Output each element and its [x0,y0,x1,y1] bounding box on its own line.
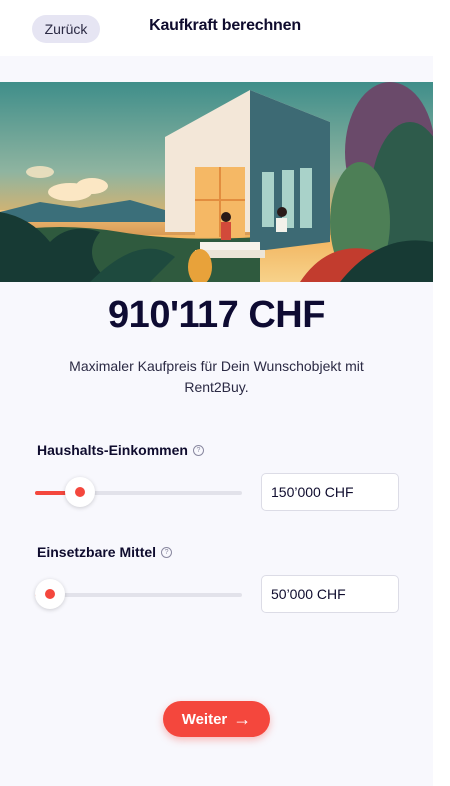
funds-input[interactable] [261,575,399,613]
help-icon[interactable]: ? [161,546,173,558]
funds-label: Einsetzbare Mittel ? [37,544,173,560]
funds-slider-thumb[interactable] [35,579,65,609]
income-label-text: Haushalts-Einkommen [37,442,188,458]
funds-slider[interactable] [35,579,242,609]
hero-image [0,82,433,282]
income-slider[interactable] [35,477,242,507]
next-button-label: Weiter [181,710,228,728]
arrow-right-icon: → [233,709,252,729]
price-description: Maximaler Kaufpreis für Dein Wunschobjek… [69,358,364,395]
back-button[interactable]: Zurück [32,15,100,43]
income-slider-thumb[interactable] [65,477,95,507]
header: Zurück Kaufkraft berechnen [0,0,450,56]
page-title: Kaufkraft berechnen [149,17,301,34]
next-button[interactable]: Weiter → [163,701,270,737]
income-input[interactable] [261,473,399,511]
max-price-value: 910'117 CHF [108,294,325,336]
funds-label-text: Einsetzbare Mittel [37,544,157,560]
help-icon[interactable]: ? [192,444,204,456]
content-panel: 910'117 CHF Maximaler Kaufpreis für Dein… [0,56,433,786]
income-label: Haushalts-Einkommen ? [37,442,204,458]
